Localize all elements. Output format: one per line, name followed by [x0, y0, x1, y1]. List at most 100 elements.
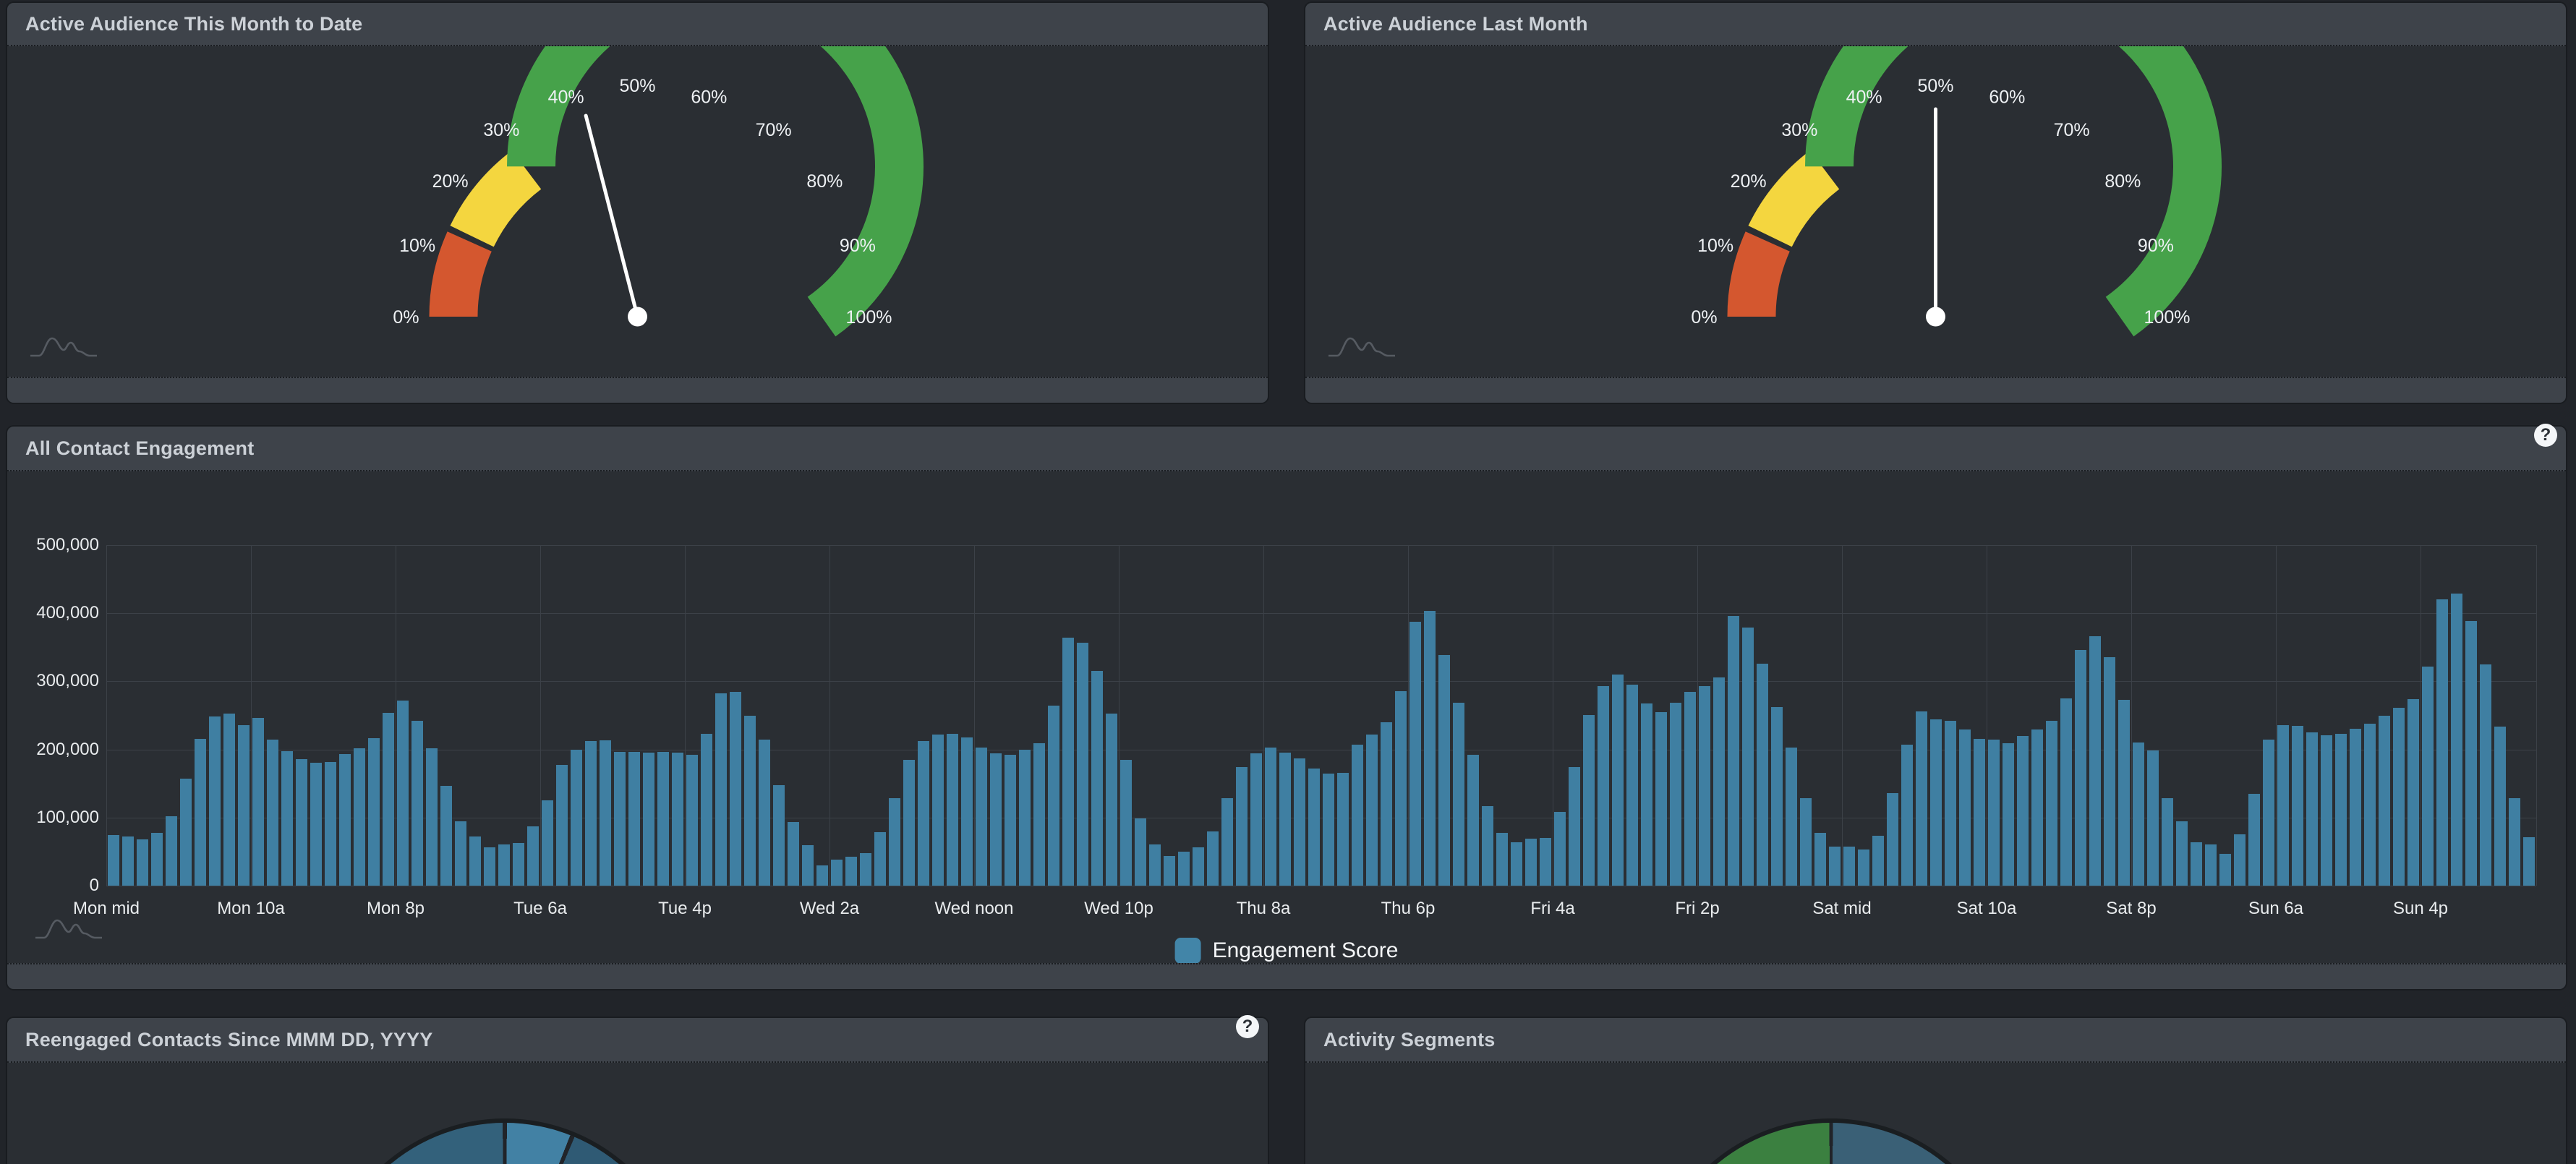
- engagement-bar-hour-39: [672, 753, 683, 886]
- engagement-bar-hour-34: [600, 740, 611, 886]
- engagement-bar-hour-51: [845, 857, 857, 886]
- engagement-bar-hour-71: [1135, 818, 1146, 886]
- panel-header: Reengaged Contacts Since MMM DD, YYYY: [7, 1018, 1268, 1063]
- engagement-bar-hour-7: [209, 716, 221, 886]
- engagement-bar-hour-23: [440, 786, 452, 886]
- engagement-bar-hour-74: [1178, 852, 1190, 886]
- engagement-bar-hour-124: [1901, 745, 1913, 886]
- engagement-bar-hour-43: [730, 692, 741, 886]
- engagement-bar-hour-143: [2176, 821, 2188, 886]
- legend: Engagement Score: [1175, 938, 1399, 964]
- panel-footer: [1305, 377, 2566, 403]
- engagement-bar-hour-20: [397, 701, 409, 886]
- engagement-bar-hour-1: [122, 836, 134, 886]
- gauge-segment-medium: [472, 170, 526, 236]
- vendor-logo-icon: [29, 333, 98, 359]
- vendor-logo-icon: [1327, 333, 1396, 359]
- engagement-bar-hour-79: [1250, 753, 1262, 886]
- engagement-bar-hour-36: [628, 752, 640, 886]
- panel-title: All Contact Engagement: [25, 427, 254, 470]
- gauge-tick-label: 60%: [691, 87, 727, 108]
- gauge-tick-label: 20%: [432, 171, 469, 192]
- engagement-bar-hour-66: [1062, 638, 1074, 886]
- engagement-bar-hour-150: [2277, 725, 2289, 886]
- engagement-bar-hour-76: [1207, 831, 1219, 886]
- panel-all-contact-engagement: All Contact Engagement ? 0100,000200,000…: [7, 427, 2566, 989]
- gauge-tick-label: 90%: [840, 236, 876, 256]
- engagement-bar-hour-21: [411, 721, 423, 886]
- engagement-bar-hour-48: [802, 845, 814, 886]
- panel-title: Activity Segments: [1323, 1018, 1495, 1061]
- engagement-bar-hour-92: [1438, 655, 1450, 886]
- engagement-bar-hour-159: [2407, 699, 2419, 886]
- gauge-tick-label: 80%: [806, 171, 843, 192]
- engagement-bar-hour-146: [2219, 854, 2231, 886]
- engagement-bar-hour-158: [2393, 708, 2405, 886]
- help-icon[interactable]: ?: [1236, 1015, 1259, 1038]
- engagement-bar-hour-90: [1409, 622, 1421, 886]
- engagement-bar-hour-157: [2379, 716, 2390, 886]
- engagement-bar-hour-37: [643, 753, 654, 886]
- engagement-bar-hour-119: [1829, 847, 1841, 886]
- engagement-bar-hour-126: [1930, 719, 1942, 886]
- help-icon[interactable]: ?: [2534, 424, 2557, 447]
- engagement-bar-hour-32: [571, 750, 582, 886]
- engagement-bar-hour-89: [1395, 691, 1407, 886]
- engagement-bar-hour-10: [252, 718, 264, 886]
- engagement-bar-hour-63: [1019, 750, 1031, 886]
- gauge-chart: 0%10%20%30%40%50%60%70%80%90%100%: [1305, 46, 2566, 380]
- engagement-bar-hour-122: [1872, 836, 1884, 886]
- engagement-bar-hour-40: [686, 755, 698, 886]
- engagement-bar-hour-18: [368, 738, 380, 886]
- y-axis-label: 400,000: [5, 603, 99, 623]
- engagement-bar-hour-107: [1655, 712, 1667, 886]
- engagement-bar-hour-139: [2118, 700, 2130, 886]
- gauge-tick-label: 70%: [2054, 120, 2090, 140]
- engagement-bar-hour-111: [1713, 677, 1725, 886]
- engagement-bar-hour-152: [2306, 732, 2318, 886]
- engagement-bar-hour-138: [2104, 657, 2115, 886]
- engagement-bar-hour-106: [1641, 703, 1652, 886]
- engagement-bar-hour-0: [108, 835, 119, 886]
- engagement-bar-hour-16: [339, 754, 351, 886]
- engagement-bar-hour-46: [773, 785, 785, 886]
- engagement-bar-hour-35: [614, 752, 626, 886]
- engagement-bar-hour-50: [831, 860, 843, 886]
- engagement-bar-hour-64: [1033, 743, 1045, 886]
- gauge-chart: 0%10%20%30%40%50%60%70%80%90%100%: [7, 46, 1268, 380]
- bar-chart-area: 0100,000200,000300,000400,000500,000Mon …: [7, 471, 2566, 964]
- gauge-tick-label: 30%: [483, 120, 519, 140]
- y-axis-label: 0: [5, 876, 99, 896]
- engagement-bar-hour-96: [1496, 833, 1508, 886]
- engagement-bar-hour-22: [426, 748, 438, 886]
- engagement-bar-hour-88: [1381, 722, 1392, 886]
- gauge-segment-low: [1752, 241, 1767, 317]
- gauge-tick-label: 30%: [1781, 120, 1817, 140]
- engagement-bar-hour-38: [657, 752, 669, 886]
- engagement-bar-hour-108: [1670, 703, 1681, 886]
- engagement-bar-hour-162: [2451, 594, 2462, 886]
- engagement-bar-hour-65: [1048, 706, 1059, 886]
- engagement-bar-hour-110: [1699, 686, 1710, 886]
- engagement-bar-hour-2: [137, 839, 148, 886]
- gauge-tick-label: 80%: [2104, 171, 2141, 192]
- engagement-bar-hour-77: [1221, 798, 1233, 886]
- engagement-bar-hour-60: [976, 748, 987, 886]
- gauge-chart-area: 0%10%20%30%40%50%60%70%80%90%100%: [7, 46, 1268, 380]
- engagement-bar-hour-154: [2335, 734, 2347, 886]
- engagement-bar-hour-127: [1945, 721, 1956, 886]
- gauge-tick-label: 90%: [2138, 236, 2174, 256]
- gauge-tick-label: 50%: [1917, 76, 1953, 96]
- engagement-bar-hour-134: [2046, 721, 2057, 886]
- panel-header: Active Audience Last Month: [1305, 3, 2566, 46]
- gauge-needle-hub: [628, 307, 647, 327]
- panel-header: Active Audience This Month to Date: [7, 3, 1268, 46]
- engagement-bar-hour-15: [325, 762, 336, 886]
- engagement-bar-hour-148: [2248, 794, 2260, 886]
- x-axis-label: Wed 10p: [1084, 899, 1153, 919]
- engagement-bar-hour-86: [1352, 745, 1363, 886]
- engagement-bar-hour-135: [2060, 698, 2072, 886]
- engagement-bar-hour-56: [918, 741, 929, 886]
- x-axis-label: Wed 2a: [800, 899, 859, 919]
- engagement-bar-hour-132: [2017, 736, 2029, 886]
